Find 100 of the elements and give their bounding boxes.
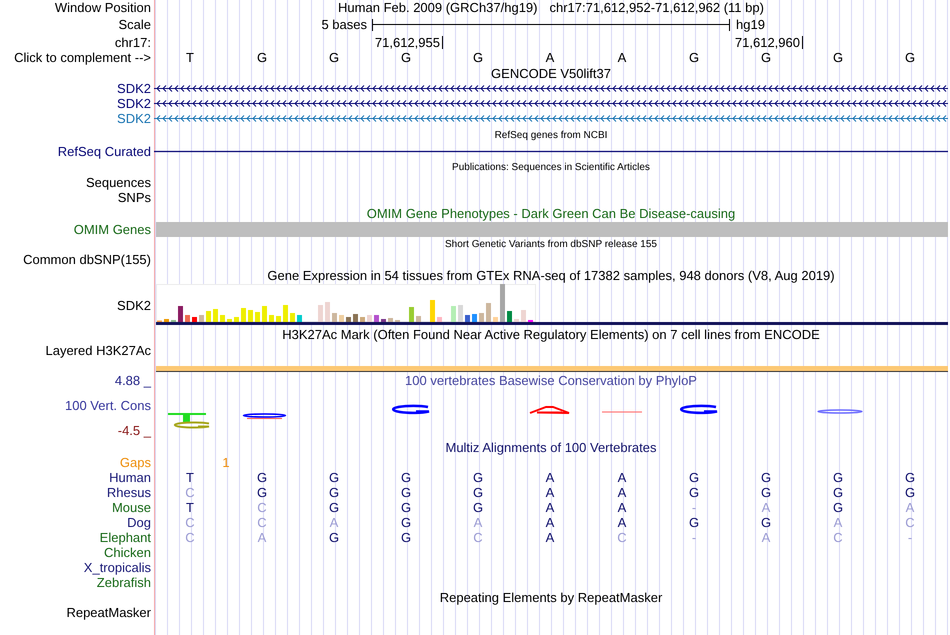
alignment-base: G: [832, 470, 844, 485]
track-label[interactable]: OMIM Genes: [74, 222, 151, 237]
expression-bar[interactable]: [206, 311, 211, 322]
expression-bar[interactable]: [430, 300, 435, 322]
gap-count: 1: [222, 455, 230, 470]
expression-bar[interactable]: [409, 307, 414, 322]
expression-bar[interactable]: [241, 308, 246, 322]
expression-bar[interactable]: [164, 319, 169, 322]
expression-bar[interactable]: [521, 310, 526, 322]
track-label[interactable]: Common dbSNP(155): [23, 252, 151, 267]
track-label[interactable]: SNPs: [118, 190, 151, 205]
expression-bar[interactable]: [283, 305, 288, 322]
expression-bar[interactable]: [192, 317, 197, 322]
track-label: Window Position: [54, 0, 151, 15]
expression-bar[interactable]: [255, 312, 260, 322]
alignment-base: G: [472, 470, 484, 485]
expression-bar[interactable]: [346, 317, 351, 322]
alignment-base: G: [400, 470, 412, 485]
track-label[interactable]: SDK2: [117, 298, 151, 313]
expression-bar[interactable]: [465, 315, 470, 322]
expression-bar[interactable]: [514, 319, 519, 322]
alignment-base: G: [472, 485, 484, 500]
expression-bar[interactable]: [185, 315, 190, 322]
alignment-base: -: [692, 500, 696, 515]
expression-bar[interactable]: [451, 306, 456, 322]
alignment-base: A: [546, 530, 554, 545]
species-label[interactable]: Elephant: [100, 530, 151, 545]
scale-text: 5 bases: [321, 17, 368, 32]
assembly-title: Human Feb. 2009 (GRCh37/hg19): [338, 0, 538, 15]
expression-bar[interactable]: [367, 315, 372, 322]
track-label[interactable]: Layered H3K27Ac: [45, 343, 151, 358]
reference-base: G: [328, 50, 340, 65]
reference-base: A: [618, 50, 626, 65]
expression-bar[interactable]: [262, 306, 267, 322]
alignment-base: G: [400, 485, 412, 500]
track-title: OMIM Gene Phenotypes - Dark Green Can Be Disease-causing: [366, 206, 736, 221]
track-label[interactable]: RefSeq Curated: [58, 144, 151, 159]
expression-bar[interactable]: [318, 305, 323, 322]
expression-bar[interactable]: [374, 315, 379, 322]
expression-bar[interactable]: [332, 313, 337, 322]
alignment-base: G: [760, 470, 772, 485]
expression-bar[interactable]: [297, 315, 302, 322]
alignment-base: G: [760, 515, 772, 530]
track-label[interactable]: Sequences: [86, 175, 151, 190]
expression-bar[interactable]: [381, 319, 386, 322]
expression-bar[interactable]: [269, 315, 274, 322]
alignment-base: G: [328, 470, 340, 485]
expression-bar[interactable]: [458, 305, 463, 322]
track-label[interactable]: SDK2: [117, 111, 151, 126]
expression-bar[interactable]: [507, 311, 512, 322]
alignment-base: G: [760, 485, 772, 500]
track-title: H3K27Ac Mark (Often Found Near Active Regulatory Elements) on 7 cell lines from ENCODE: [282, 326, 820, 342]
species-label[interactable]: Zebrafish: [96, 575, 151, 590]
species-label[interactable]: Human: [109, 470, 151, 485]
species-label[interactable]: Dog: [127, 515, 151, 530]
track-label[interactable]: RepeatMasker: [66, 605, 151, 620]
expression-bar[interactable]: [325, 302, 330, 322]
expression-bar[interactable]: [437, 317, 442, 322]
species-label[interactable]: X_tropicalis: [84, 560, 151, 575]
expression-bar[interactable]: [500, 284, 505, 322]
expression-bar[interactable]: [227, 319, 232, 322]
expression-bar[interactable]: [234, 317, 239, 322]
alignment-base: A: [618, 485, 626, 500]
expression-bar[interactable]: [486, 303, 491, 322]
sequence-logo-mark: [680, 404, 718, 414]
alignment-base: A: [618, 500, 626, 515]
expression-bar[interactable]: [178, 306, 183, 322]
reference-base: G: [832, 50, 844, 65]
alignment-base: A: [474, 515, 482, 530]
expression-bar[interactable]: [339, 315, 344, 322]
gene-extent-bar[interactable]: [156, 322, 948, 325]
expression-bar[interactable]: [388, 318, 393, 322]
alignment-base: C: [473, 530, 483, 545]
expression-bar[interactable]: [220, 315, 225, 322]
complement-link[interactable]: Click to complement -->: [14, 50, 151, 65]
sequence-logo-mark: [817, 409, 863, 414]
expression-bar[interactable]: [353, 314, 358, 322]
expression-bar[interactable]: [493, 317, 498, 322]
expression-bar[interactable]: [213, 309, 218, 322]
expression-bar[interactable]: [290, 313, 295, 322]
expression-bar[interactable]: [199, 315, 204, 322]
expression-bar[interactable]: [472, 314, 477, 322]
alignment-base: G: [400, 515, 412, 530]
expression-bar[interactable]: [416, 316, 421, 322]
track-label[interactable]: SDK2: [117, 81, 151, 96]
track-label[interactable]: 100 Vert. Cons: [65, 398, 151, 413]
species-label[interactable]: Chicken: [104, 545, 151, 560]
alignment-base: G: [256, 485, 268, 500]
omim-feature-bar[interactable]: [156, 222, 948, 237]
expression-bar[interactable]: [248, 310, 253, 322]
expression-bar[interactable]: [276, 316, 281, 322]
alignment-base: G: [256, 470, 268, 485]
axis-max-label: 4.88 _: [114, 373, 151, 388]
expression-bar[interactable]: [360, 317, 365, 322]
track-title: 100 vertebrates Basewise Conservation by PhyloP: [405, 373, 697, 388]
expression-bar[interactable]: [479, 313, 484, 322]
species-label[interactable]: Rhesus: [106, 485, 151, 500]
species-label[interactable]: Mouse: [112, 500, 151, 515]
alignment-base: G: [832, 500, 844, 515]
track-label[interactable]: SDK2: [117, 96, 151, 111]
